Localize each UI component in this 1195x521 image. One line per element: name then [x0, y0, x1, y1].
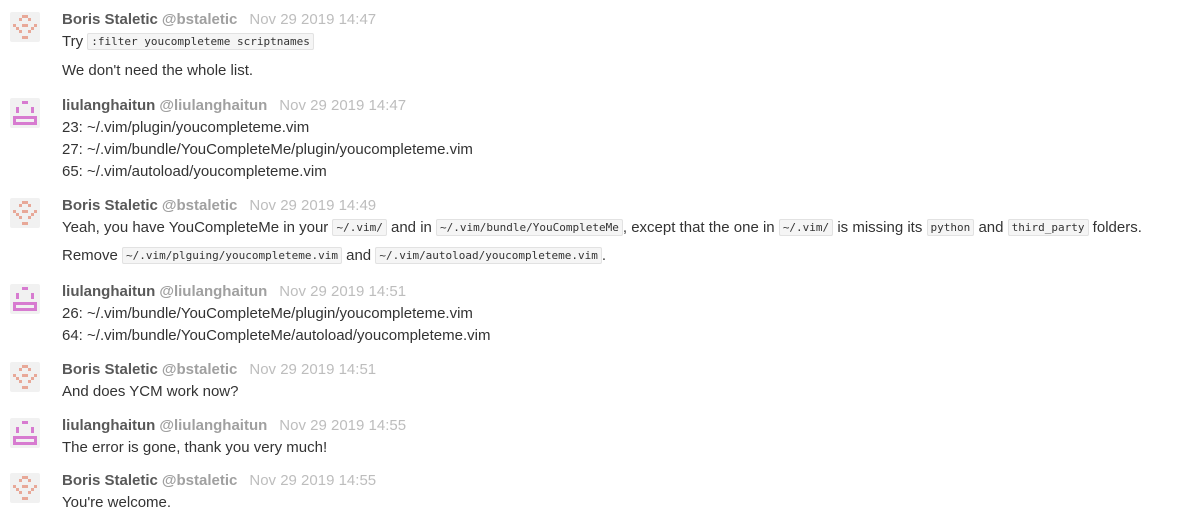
message-header: Boris Staletic @bstaletic Nov 29 2019 14:4… [62, 197, 376, 215]
liulanghaitun-identicon-icon [13, 101, 37, 125]
message-text: Remove ~/.vim/plguing/youcompleteme.vim … [62, 247, 607, 264]
inline-code: python [926, 219, 975, 236]
message-text: And does YCM work now? [62, 383, 239, 400]
boris-identicon-icon [13, 15, 37, 39]
message-text: 65: ~/.vim/autoload/youcompleteme.vim [62, 163, 327, 180]
message-text: Try :filter youcompleteme scriptnames [62, 33, 314, 51]
message-header: Boris Staletic @bstaletic Nov 29 2019 14:5… [62, 472, 376, 490]
boris-identicon-icon [13, 201, 37, 225]
message-text: The error is gone, thank you very much! [62, 439, 328, 456]
author-handle[interactable]: @bstaletic [162, 361, 237, 378]
inline-code: ~/.vim/ [332, 219, 387, 236]
liulanghaitun-identicon-icon [13, 287, 37, 311]
avatar[interactable] [10, 284, 40, 314]
message-timestamp[interactable]: Nov 29 2019 14:51 [249, 361, 376, 378]
author-name[interactable]: liulanghaitun [62, 97, 155, 114]
author-handle[interactable]: @bstaletic [162, 11, 237, 28]
message-header: Boris Staletic @bstaletic Nov 29 2019 14:5… [62, 361, 376, 379]
message-text: 27: ~/.vim/bundle/YouCompleteMe/plugin/y… [62, 141, 473, 158]
message-header: liulanghaitun @liulanghaitun Nov 29 2019 1… [62, 417, 406, 435]
message-timestamp[interactable]: Nov 29 2019 14:49 [249, 197, 376, 214]
boris-identicon-icon [13, 365, 37, 389]
author-name[interactable]: liulanghaitun [62, 283, 155, 300]
avatar[interactable] [10, 418, 40, 448]
author-handle[interactable]: @liulanghaitun [159, 97, 267, 114]
inline-code: ~/.vim/bundle/YouCompleteMe [436, 219, 623, 236]
inline-code: :filter youcompleteme scriptnames [87, 33, 314, 50]
message-timestamp[interactable]: Nov 29 2019 14:55 [249, 472, 376, 489]
inline-code: third_party [1007, 219, 1089, 236]
avatar[interactable] [10, 362, 40, 392]
message-header: liulanghaitun @liulanghaitun Nov 29 2019 1… [62, 97, 406, 115]
inline-code: ~/.vim/ [778, 219, 834, 236]
author-handle[interactable]: @liulanghaitun [159, 417, 267, 434]
message-header: liulanghaitun @liulanghaitun Nov 29 2019 1… [62, 283, 406, 301]
author-handle[interactable]: @liulanghaitun [159, 283, 267, 300]
message-timestamp[interactable]: Nov 29 2019 14:47 [279, 97, 406, 114]
author-name[interactable]: Boris Staletic [62, 361, 158, 378]
author-name[interactable]: Boris Staletic [62, 197, 158, 214]
inline-code: ~/.vim/plguing/youcompleteme.vim [122, 247, 342, 264]
inline-code: ~/.vim/autoload/youcompleteme.vim [375, 247, 602, 264]
message-text: 26: ~/.vim/bundle/YouCompleteMe/plugin/y… [62, 305, 473, 322]
author-handle[interactable]: @bstaletic [162, 197, 237, 214]
boris-identicon-icon [13, 476, 37, 500]
avatar[interactable] [10, 473, 40, 503]
liulanghaitun-identicon-icon [13, 421, 37, 445]
message-timestamp[interactable]: Nov 29 2019 14:47 [249, 11, 376, 28]
avatar[interactable] [10, 98, 40, 128]
author-name[interactable]: Boris Staletic [62, 472, 158, 489]
message-timestamp[interactable]: Nov 29 2019 14:51 [279, 283, 406, 300]
message-text: Yeah, you have YouCompleteMe in your ~/.… [62, 219, 1142, 236]
author-name[interactable]: Boris Staletic [62, 11, 158, 28]
message-text: We don't need the whole list. [62, 62, 254, 79]
message-header: Boris Staletic @bstaletic Nov 29 2019 14:4… [62, 11, 376, 29]
message-timestamp[interactable]: Nov 29 2019 14:55 [279, 417, 406, 434]
author-handle[interactable]: @bstaletic [162, 472, 237, 489]
message-text: You're welcome. [62, 494, 172, 511]
message-text: 64: ~/.vim/bundle/YouCompleteMe/autoload… [62, 327, 491, 344]
message-text: 23: ~/.vim/plugin/youcompleteme.vim [62, 119, 310, 136]
avatar[interactable] [10, 198, 40, 228]
author-name[interactable]: liulanghaitun [62, 417, 155, 434]
avatar[interactable] [10, 12, 40, 42]
